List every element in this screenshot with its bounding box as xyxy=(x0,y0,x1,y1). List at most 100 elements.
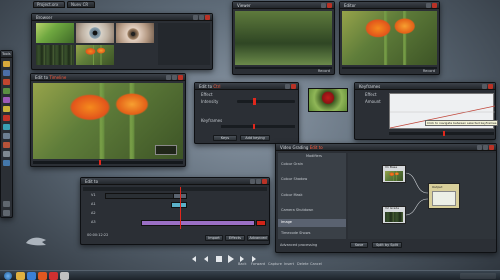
node-output[interactable]: Output xyxy=(428,183,460,209)
color-icon[interactable] xyxy=(3,124,10,130)
keyframe-marker[interactable] xyxy=(253,124,255,129)
close-icon[interactable] xyxy=(205,15,210,20)
keyframe-curve-buttons[interactable] xyxy=(482,84,493,89)
settings-icon[interactable] xyxy=(3,151,10,157)
clip-thumbnail[interactable] xyxy=(36,23,74,43)
system-tray[interactable] xyxy=(460,273,496,279)
title-icon[interactable] xyxy=(3,97,10,103)
transport-label[interactable]: Forward xyxy=(251,262,265,267)
clip-thumbnail[interactable] xyxy=(76,23,114,43)
keys-button[interactable]: Keys xyxy=(213,135,237,141)
browser-window-buttons[interactable] xyxy=(193,15,210,20)
split-button[interactable]: Split by Split xyxy=(372,242,402,248)
minimize-icon[interactable] xyxy=(482,84,487,89)
node-a[interactable]: V1 Base xyxy=(382,165,406,183)
modifier-item[interactable]: Colour Grain xyxy=(281,162,303,167)
export-icon[interactable] xyxy=(3,133,10,139)
share-icon[interactable] xyxy=(3,160,10,166)
minimize-icon[interactable] xyxy=(250,179,255,184)
close-icon[interactable] xyxy=(432,3,437,8)
advanced-button[interactable]: Advanced xyxy=(247,235,269,241)
add-keying-button[interactable]: Add keying xyxy=(240,135,270,141)
minimize-icon[interactable] xyxy=(193,15,198,20)
viewer-window: Viewer Record xyxy=(232,1,335,75)
minimize-icon[interactable] xyxy=(166,75,171,80)
node-b[interactable]: V2 Grade xyxy=(382,206,406,224)
viewer-window-buttons[interactable] xyxy=(321,3,332,8)
transport-label[interactable]: Cancel xyxy=(310,262,322,267)
effects-button[interactable]: Effects xyxy=(225,235,245,241)
timeline-buttons[interactable] xyxy=(250,179,267,184)
minimize-icon[interactable] xyxy=(477,145,482,150)
modifier-item[interactable]: Camera Shutdown xyxy=(281,208,313,213)
app-icon[interactable] xyxy=(60,272,69,280)
tab-project[interactable]: Project.orx xyxy=(33,1,65,8)
close-icon[interactable] xyxy=(489,145,494,150)
record-icon[interactable] xyxy=(3,115,10,121)
close-icon[interactable] xyxy=(291,84,296,89)
minimize-icon[interactable] xyxy=(321,3,326,8)
close-icon[interactable] xyxy=(178,75,183,80)
node-canvas[interactable]: V1 Base V2 Grade Output xyxy=(348,153,496,239)
modifier-item[interactable]: Colour Shadow xyxy=(281,177,307,182)
audio-clip[interactable] xyxy=(141,220,255,226)
maximize-icon[interactable] xyxy=(172,75,177,80)
intensity-slider-handle[interactable] xyxy=(253,98,256,105)
transport-label[interactable]: Back xyxy=(238,262,247,267)
audio-clip-end[interactable] xyxy=(256,220,266,226)
rewind-icon[interactable] xyxy=(192,256,196,262)
keyframe-track[interactable] xyxy=(221,125,295,128)
maximize-icon[interactable] xyxy=(483,145,488,150)
media-icon[interactable] xyxy=(38,272,47,280)
play-icon[interactable] xyxy=(228,255,234,263)
keyframe-curve-scrubber[interactable] xyxy=(389,132,494,135)
minimize-icon[interactable] xyxy=(426,3,431,8)
folder-icon[interactable] xyxy=(3,61,10,67)
clip-thumbnail[interactable] xyxy=(36,45,74,65)
step-back-icon[interactable] xyxy=(204,256,208,262)
node-save-button[interactable]: Save xyxy=(350,242,368,248)
transport-label[interactable]: Capture xyxy=(268,262,282,267)
lock-icon[interactable] xyxy=(3,210,10,216)
edit-viewer-buttons[interactable] xyxy=(166,75,183,80)
modifier-item[interactable]: Timecode Shows xyxy=(281,231,310,236)
modifier-item[interactable]: Image xyxy=(281,220,292,225)
clip-thumbnail[interactable] xyxy=(76,45,114,65)
transport-label[interactable]: Delete xyxy=(297,262,309,267)
tab-clips[interactable]: Nuev CR xyxy=(67,1,95,8)
preview-thumbnail[interactable] xyxy=(308,88,348,112)
modifier-item[interactable]: Colour Mask xyxy=(281,193,302,198)
node-editor-buttons[interactable] xyxy=(477,145,494,150)
editor-viewer-buttons[interactable] xyxy=(426,3,437,8)
close-icon[interactable] xyxy=(327,3,332,8)
editor-app-icon[interactable] xyxy=(49,272,58,280)
start-icon[interactable] xyxy=(4,272,12,280)
playhead-marker[interactable] xyxy=(99,160,101,165)
transport-label[interactable]: Insert xyxy=(284,262,294,267)
maximize-icon[interactable] xyxy=(199,15,204,20)
clip-thumbnail[interactable] xyxy=(116,23,154,43)
grade-icon[interactable] xyxy=(3,142,10,148)
keyframe-curve-playhead[interactable] xyxy=(443,131,445,136)
minimize-icon[interactable] xyxy=(285,84,290,89)
transition-icon[interactable] xyxy=(3,106,10,112)
effect-controls-buttons[interactable] xyxy=(285,84,296,89)
close-icon[interactable] xyxy=(262,179,267,184)
effects-icon[interactable] xyxy=(3,79,10,85)
audio-clip[interactable] xyxy=(171,202,187,208)
timeline-playhead[interactable] xyxy=(180,187,181,229)
film-icon[interactable] xyxy=(3,70,10,76)
explorer-icon[interactable] xyxy=(16,272,25,280)
video-clip[interactable] xyxy=(105,193,175,199)
maximize-icon[interactable] xyxy=(256,179,261,184)
timeline-ruler[interactable] xyxy=(83,187,267,191)
trash-icon[interactable] xyxy=(3,201,10,207)
edit-viewer-scrubber[interactable] xyxy=(33,161,183,164)
import-button[interactable]: Import xyxy=(205,235,223,241)
browser-icon[interactable] xyxy=(27,272,36,280)
stop-icon[interactable] xyxy=(216,256,222,262)
close-icon[interactable] xyxy=(488,84,493,89)
audio-icon[interactable] xyxy=(3,88,10,94)
node-b-label: V2 Grade xyxy=(385,206,400,210)
intensity-slider[interactable] xyxy=(237,100,295,103)
